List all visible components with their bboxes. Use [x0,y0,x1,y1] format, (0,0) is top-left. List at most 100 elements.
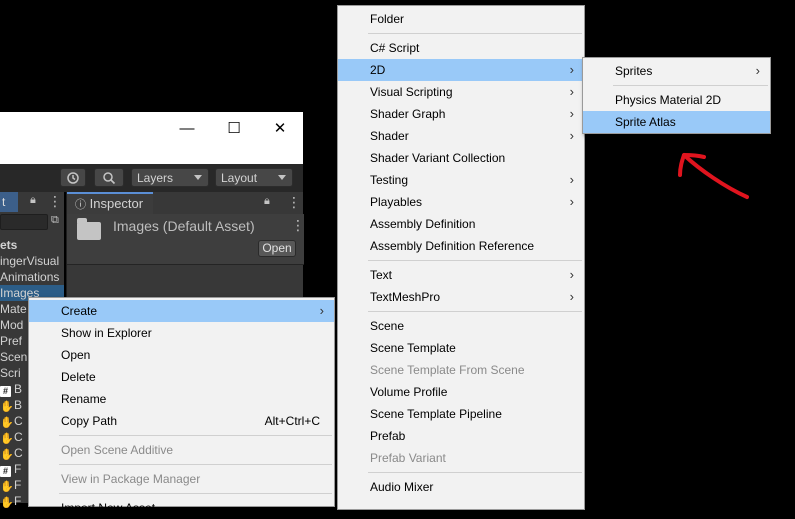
menu-item-create[interactable]: Create › [29,300,334,322]
menu-item-testing[interactable]: Testing › [338,169,584,191]
menu-item-label: Prefab Variant [370,451,446,465]
hand-asset-icon: ✋ [0,449,14,461]
tree-item-label: Scri [0,366,21,380]
menu-item-sprite-atlas[interactable]: Sprite Atlas [583,111,770,133]
menu-item-prefab-variant[interactable]: Prefab Variant [338,447,584,469]
menu-item-import-new-asset[interactable]: Import New Asset... [29,497,334,519]
2d-submenu: Sprites › Physics Material 2D Sprite Atlas [582,57,771,134]
menu-item-2d[interactable]: 2D › [338,59,584,81]
menu-item-c-script[interactable]: C# Script [338,37,584,59]
editor-toolbar: Layers Layout [0,164,303,192]
layers-label: Layers [137,170,174,185]
menu-item-label: Shader Variant Collection [370,151,506,165]
menu-item-textmeshpro[interactable]: TextMeshPro › [338,286,584,308]
window-titlebar: — ☐ ✕ [0,112,303,164]
menu-item-label: Scene Template [370,341,456,355]
menu-item-sprites[interactable]: Sprites › [583,60,770,82]
menu-item-label: Delete [61,370,96,384]
maximize-icon[interactable]: ☐ [219,118,249,138]
menu-item-label: Shader Graph [370,107,446,121]
menu-item-scene-template-from-scene[interactable]: Scene Template From Scene [338,359,584,381]
menu-item-delete[interactable]: Delete [29,366,334,388]
more-icon[interactable]: ⋮ [48,193,62,210]
menu-item-label: View in Package Manager [61,472,201,486]
menu-item-rename[interactable]: Rename [29,388,334,410]
lock-icon[interactable]: 🔒︎ [30,194,36,207]
menu-item-open-scene-additive[interactable]: Open Scene Additive [29,439,334,461]
menu-item-label: Create [61,304,98,318]
menu-item-prefab[interactable]: Prefab [338,425,584,447]
menu-separator [368,472,582,473]
menu-item-show-in-explorer[interactable]: Show in Explorer [29,322,334,344]
menu-separator [59,464,332,465]
menu-item-scene-template[interactable]: Scene Template [338,337,584,359]
chevron-down-icon [194,175,202,180]
search-button[interactable] [94,168,124,187]
open-button[interactable]: Open [258,240,296,257]
menu-item-label: Open [61,348,91,362]
menu-item-audio-mixer[interactable]: Audio Mixer [338,476,584,498]
tree-item-label: C [14,430,23,444]
menu-item-label: Folder [370,12,405,26]
menu-item-view-in-package-manager[interactable]: View in Package Manager [29,468,334,490]
asset-context-menu: Create › Show in Explorer Open Delete Rename C… [28,297,335,515]
tree-item-label: F [14,478,22,492]
menu-item-scene[interactable]: Scene [338,315,584,337]
script-icon: # [0,386,11,397]
menu-item-label: Rename [61,392,107,406]
more-icon[interactable]: ⋮ [291,217,305,234]
tree-item-label: B [14,382,23,396]
inspector-header: Images (Default Asset) ⋮ Open [67,214,305,265]
hand-asset-icon: ✋ [0,497,14,509]
menu-item-playables[interactable]: Playables › [338,191,584,213]
menu-item-label: Audio Mixer [370,480,434,494]
menu-item-shader-graph[interactable]: Shader Graph › [338,103,584,125]
minimize-icon[interactable]: — [172,118,202,138]
chevron-right-icon: › [569,106,574,121]
chevron-right-icon: › [755,63,760,78]
menu-item-label: Prefab [370,429,406,443]
project-search-input[interactable] [0,214,48,230]
menu-item-open[interactable]: Open [29,344,334,366]
menu-item-label: Shader [370,129,409,143]
tree-item[interactable]: Animations [0,269,64,285]
menu-item-label: Visual Scripting [370,85,453,99]
tab-project[interactable]: t [0,192,18,212]
layout-dropdown[interactable]: Layout [215,168,293,187]
script-icon: # [0,466,11,477]
inspector-tab-label: Inspector [89,196,144,211]
menu-item-physics-material-2d[interactable]: Physics Material 2D [583,89,770,111]
tab-inspector[interactable]: ⓘ Inspector [67,192,153,214]
menu-item-label: Testing [370,173,409,187]
menu-item-label: Show in Explorer [61,326,152,340]
chevron-right-icon: › [569,289,574,304]
link-icon[interactable]: ⧉ [51,214,59,227]
tree-item-label: B [14,398,23,412]
menu-item-assembly-definition[interactable]: Assembly Definition [338,213,584,235]
menu-item-label: Volume Profile [370,385,448,399]
menu-item-shader[interactable]: Shader › [338,125,584,147]
tree-header[interactable]: ets [0,237,64,253]
menu-item-label: Playables [370,195,423,209]
chevron-right-icon: › [569,84,574,99]
menu-item-copy-path[interactable]: Copy Path Alt+Ctrl+C [29,410,334,432]
menu-item-shader-variant-collection[interactable]: Shader Variant Collection [338,147,584,169]
chevron-right-icon: › [569,194,574,209]
tree-item[interactable]: ingerVisual [0,253,64,269]
layout-label: Layout [221,170,258,185]
menu-item-folder[interactable]: Folder [338,8,584,30]
chevron-right-icon: › [569,128,574,143]
menu-item-visual-scripting[interactable]: Visual Scripting › [338,81,584,103]
tree-item-label: Pref [0,334,23,348]
chevron-right-icon: › [319,303,324,318]
layers-dropdown[interactable]: Layers [131,168,209,187]
menu-item-text[interactable]: Text › [338,264,584,286]
close-icon[interactable]: ✕ [265,118,295,138]
chevron-right-icon: › [569,267,574,282]
history-button[interactable] [60,168,86,187]
menu-item-assembly-definition-reference[interactable]: Assembly Definition Reference [338,235,584,257]
menu-item-scene-template-pipeline[interactable]: Scene Template Pipeline [338,403,584,425]
lock-icon[interactable]: 🔒︎ [264,195,270,208]
menu-item-volume-profile[interactable]: Volume Profile [338,381,584,403]
more-icon[interactable]: ⋮ [287,194,301,211]
